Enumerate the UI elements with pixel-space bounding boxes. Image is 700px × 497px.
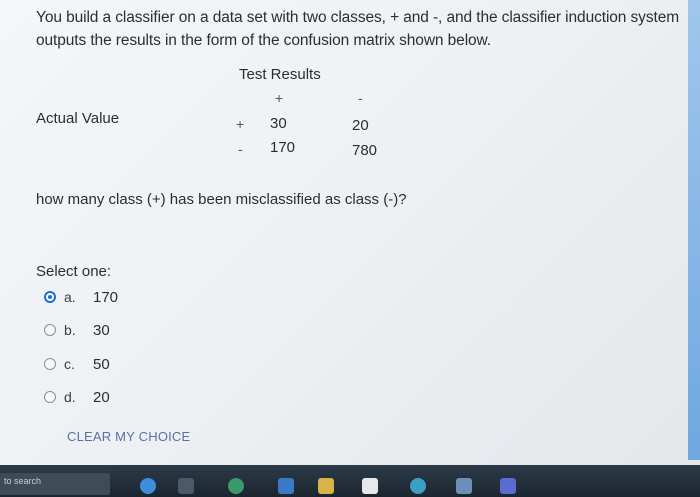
question-text: You build a classifier on a data set wit…: [36, 6, 696, 52]
option-letter: c.: [64, 356, 75, 372]
radio-button[interactable]: [44, 358, 56, 370]
matrix-col-minus: -: [358, 90, 363, 106]
option-value: 20: [93, 389, 110, 406]
matrix-row-header: Actual Value: [36, 110, 120, 127]
taskbar-search-text: to search: [4, 476, 42, 486]
quiz-page: You build a classifier on a data set wit…: [0, 0, 700, 497]
question-line-1: You build a classifier on a data set wit…: [36, 9, 680, 26]
mail-icon[interactable]: [278, 478, 294, 494]
folder-icon[interactable]: [318, 478, 334, 494]
matrix-cell-mm: 780: [352, 142, 378, 159]
edge-icon[interactable]: [410, 478, 426, 494]
matrix-title: Test Results: [239, 66, 321, 83]
matrix-cell-pp: 30: [270, 115, 287, 132]
matrix-cell-mp: 170: [270, 139, 296, 156]
app-icon[interactable]: [178, 478, 194, 494]
question-line-2: outputs the results in the form of the c…: [36, 32, 491, 49]
matrix-row-minus: -: [238, 141, 243, 157]
clear-my-choice-link[interactable]: CLEAR MY CHOICE: [67, 429, 190, 444]
window-edge: [688, 0, 700, 460]
radio-button[interactable]: [44, 391, 56, 403]
browser-icon[interactable]: [140, 478, 156, 494]
store-icon[interactable]: [362, 478, 378, 494]
option-value: 50: [93, 356, 110, 373]
app-icon[interactable]: [456, 478, 472, 494]
radio-button[interactable]: [44, 324, 56, 336]
chrome-icon[interactable]: [228, 478, 244, 494]
option-letter: b.: [64, 322, 76, 338]
question-prompt: how many class (+) has been misclassifie…: [36, 191, 407, 208]
select-one-label: Select one:: [36, 263, 112, 280]
option-letter: a.: [64, 289, 76, 305]
matrix-row-plus: +: [236, 116, 245, 132]
radio-button-selected[interactable]: [44, 291, 56, 303]
option-value: 170: [93, 289, 119, 306]
matrix-col-plus: +: [275, 90, 284, 106]
option-letter: d.: [64, 389, 76, 405]
os-taskbar: to search: [0, 465, 700, 497]
option-value: 30: [93, 322, 110, 339]
app-icon[interactable]: [500, 478, 516, 494]
matrix-cell-pm: 20: [352, 117, 369, 134]
